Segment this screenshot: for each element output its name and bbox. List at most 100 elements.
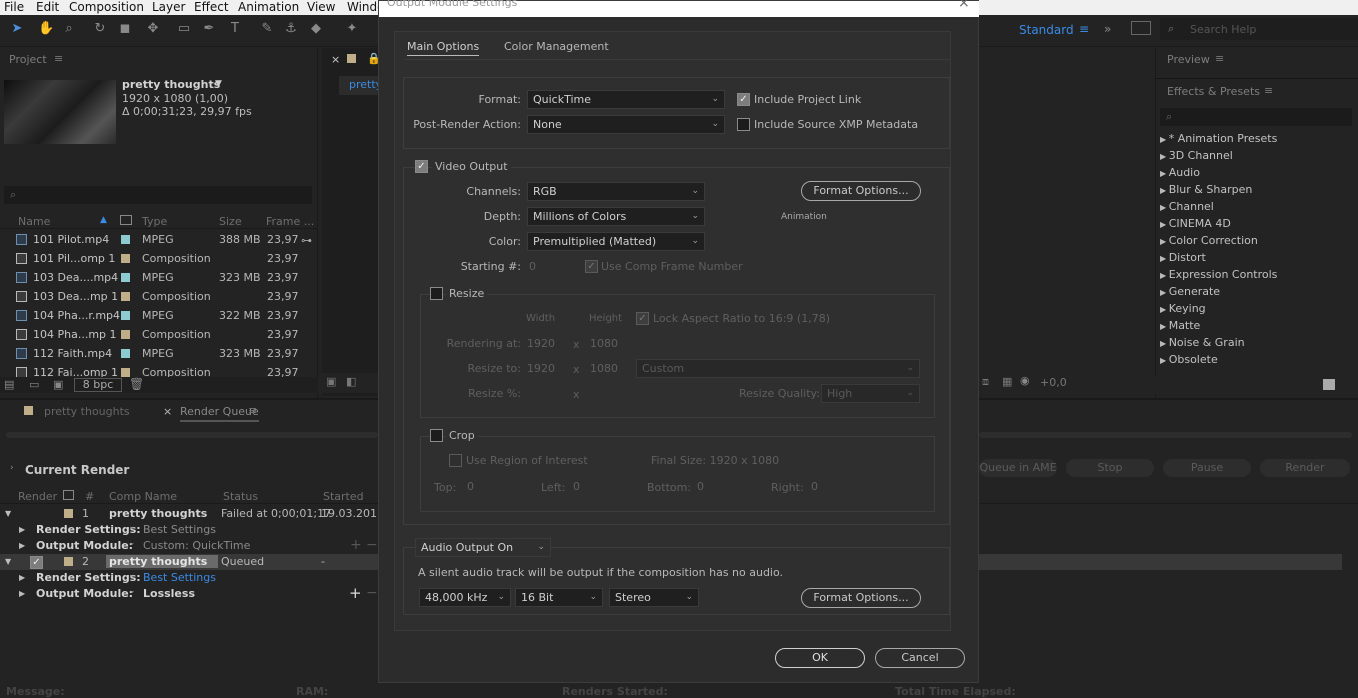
cancel-button[interactable]: Cancel: [875, 648, 965, 668]
rotate-tool-icon[interactable]: ↻: [93, 22, 107, 36]
tab-color-management[interactable]: Color Management: [504, 40, 609, 53]
label-swatch[interactable]: [121, 273, 130, 282]
effects-category[interactable]: ▶ Generate: [1160, 285, 1220, 299]
item-label-swatch[interactable]: [64, 557, 73, 566]
menu-effect[interactable]: Effect: [194, 0, 229, 14]
render-settings-dropdown-icon[interactable]: ⌄: [128, 522, 136, 532]
workspace-standard[interactable]: Standard: [1019, 23, 1074, 37]
post-render-select[interactable]: None ⌄: [527, 115, 725, 134]
tab-main-options[interactable]: Main Options: [407, 40, 480, 56]
crop-left-value[interactable]: 0: [573, 480, 580, 493]
delete-icon[interactable]: 🗑: [129, 377, 144, 391]
audio-output-select[interactable]: Audio Output On ⌄: [415, 538, 551, 557]
label-swatch[interactable]: [121, 235, 130, 244]
effects-category[interactable]: ▶ 3D Channel: [1160, 149, 1233, 163]
use-roi-checkbox[interactable]: [449, 454, 462, 467]
comp-dropdown-icon[interactable]: ▼: [215, 79, 222, 89]
effects-category[interactable]: ▶ Keying: [1160, 302, 1206, 316]
expand-output-module-icon[interactable]: ▶: [19, 541, 25, 550]
new-folder-icon[interactable]: ▭: [29, 378, 39, 391]
label-column-icon[interactable]: [63, 490, 74, 500]
selection-tool-icon[interactable]: ➤: [10, 22, 24, 36]
crop-right-value[interactable]: 0: [811, 480, 818, 493]
clone-tool-icon[interactable]: ⚓: [284, 22, 298, 36]
menu-view[interactable]: View: [307, 0, 335, 14]
more-workspaces-icon[interactable]: »: [1104, 22, 1111, 36]
project-item-name[interactable]: 104 Pha...r.mp4: [33, 309, 120, 322]
col-started[interactable]: Started: [323, 490, 364, 503]
color-select[interactable]: Premultiplied (Matted) ⌄: [527, 232, 705, 251]
effects-category[interactable]: ▶ Channel: [1160, 200, 1214, 214]
tab-render-queue[interactable]: Render Queue: [180, 405, 259, 422]
effects-category[interactable]: ▶ Audio: [1160, 166, 1200, 180]
col-frame-rate[interactable]: Frame ...: [266, 215, 314, 228]
camera-tool-icon[interactable]: ◼: [118, 22, 132, 36]
menu-file[interactable]: File: [4, 0, 24, 14]
hand-tool-icon[interactable]: ✋: [38, 22, 54, 36]
label-column-icon[interactable]: [120, 215, 132, 225]
puppet-tool-icon[interactable]: ✦: [345, 22, 359, 36]
render-checkbox[interactable]: ✓: [30, 556, 43, 569]
pause-button[interactable]: Pause: [1163, 459, 1251, 477]
label-swatch[interactable]: [121, 311, 130, 320]
audio-format-options-button[interactable]: Format Options...: [801, 588, 921, 608]
label-swatch[interactable]: [121, 368, 130, 377]
interpret-footage-icon[interactable]: ▤: [4, 378, 14, 391]
col-comp-name[interactable]: Comp Name: [109, 490, 177, 503]
expand-item-icon[interactable]: ▼: [5, 557, 11, 566]
effects-category[interactable]: ▶ Noise & Grain: [1160, 336, 1245, 350]
rectangle-tool-icon[interactable]: ▭: [177, 22, 191, 36]
menu-composition[interactable]: Composition: [69, 0, 144, 14]
resize-height-input[interactable]: 1080: [590, 362, 618, 375]
eraser-tool-icon[interactable]: ◆: [309, 22, 323, 36]
new-preset-icon[interactable]: [1323, 379, 1335, 390]
brush-tool-icon[interactable]: ✎: [260, 22, 274, 36]
effects-category[interactable]: ▶ * Animation Presets: [1160, 132, 1277, 146]
new-comp-icon[interactable]: ▣: [53, 378, 63, 391]
flowchart-icon[interactable]: ⊶: [301, 234, 312, 247]
snapshot-icon[interactable]: ▣: [326, 375, 336, 388]
use-comp-frame-checkbox[interactable]: ✓: [585, 260, 598, 273]
format-select[interactable]: QuickTime ⌄: [527, 90, 725, 109]
menu-animation[interactable]: Animation: [238, 0, 299, 14]
effects-category[interactable]: ▶ Expression Controls: [1160, 268, 1277, 282]
transparency-grid-icon[interactable]: ⧈: [982, 375, 989, 389]
project-item-name[interactable]: 112 Faith.mp4: [33, 347, 112, 360]
effects-search-input[interactable]: ⌕: [1160, 108, 1352, 126]
crop-bottom-value[interactable]: 0: [697, 480, 704, 493]
include-project-link-checkbox[interactable]: ✓: [737, 93, 750, 106]
ok-button[interactable]: OK: [775, 648, 865, 668]
show-snapshot-icon[interactable]: ◧: [346, 375, 356, 388]
zoom-tool-icon[interactable]: ⌕: [62, 22, 76, 36]
label-swatch[interactable]: [121, 330, 130, 339]
rq-item-comp[interactable]: pretty thoughts: [106, 555, 218, 568]
menu-edit[interactable]: Edit: [36, 0, 59, 14]
close-render-queue-icon[interactable]: ×: [163, 405, 172, 418]
project-item-name[interactable]: 103 Dea...mp 1: [33, 290, 118, 303]
crop-checkbox[interactable]: [430, 429, 443, 442]
col-type[interactable]: Type: [142, 215, 167, 228]
expand-render-settings-icon[interactable]: ▶: [19, 525, 25, 534]
workspace-menu-icon[interactable]: ≡: [1079, 22, 1089, 36]
label-swatch[interactable]: [121, 292, 130, 301]
col-render[interactable]: Render: [18, 490, 57, 503]
depth-select[interactable]: Millions of Colors ⌄: [527, 207, 705, 226]
include-xmp-checkbox[interactable]: [737, 118, 750, 131]
comp-viewer-tab[interactable]: pretty: [339, 76, 382, 95]
project-item-name[interactable]: 103 Dea....mp4: [33, 271, 118, 284]
render-settings-value[interactable]: Best Settings: [143, 571, 216, 584]
resize-quality-select[interactable]: High ⌄: [821, 384, 920, 403]
tab-pretty-thoughts[interactable]: pretty thoughts: [44, 405, 130, 418]
output-module-dropdown-icon[interactable]: ⌄: [128, 586, 136, 596]
expand-render-settings-icon[interactable]: ▶: [19, 573, 25, 582]
project-item-name[interactable]: 101 Pil...omp 1: [33, 252, 115, 265]
lock-aspect-checkbox[interactable]: ✓: [636, 312, 649, 325]
pan-behind-tool-icon[interactable]: ✥: [146, 22, 160, 36]
resize-width-input[interactable]: 1920: [527, 362, 555, 375]
preview-menu-icon[interactable]: ≡: [1215, 52, 1224, 65]
effects-category[interactable]: ▶ Blur & Sharpen: [1160, 183, 1252, 197]
project-menu-icon[interactable]: ≡: [54, 52, 63, 65]
close-dialog-icon[interactable]: ×: [958, 0, 970, 11]
effects-category[interactable]: ▶ Matte: [1160, 319, 1200, 333]
resize-preset-select[interactable]: Custom ⌄: [636, 359, 920, 378]
